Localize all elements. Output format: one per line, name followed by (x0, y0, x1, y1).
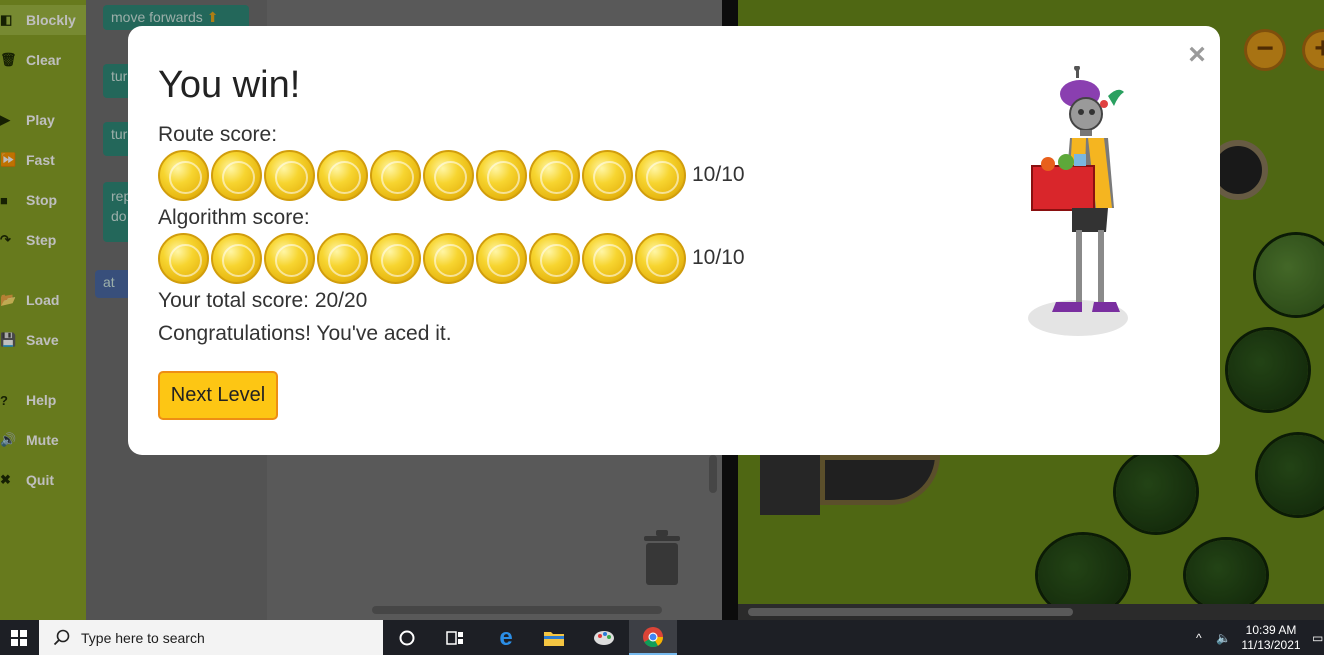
notification-icon: ▭ (1312, 630, 1324, 645)
algorithm-score-label: Algorithm score: (158, 206, 310, 229)
gold-coin-icon (529, 149, 580, 201)
edge-browser-button[interactable]: e (482, 620, 530, 655)
volume-button[interactable]: 🔈 (1216, 620, 1231, 655)
edge-icon: e (499, 623, 513, 651)
route-score-coins: 10/10 (158, 149, 745, 201)
notifications-button[interactable]: ▭ (1312, 620, 1323, 655)
speaker-icon: 🔈 (1216, 630, 1231, 645)
gold-coin-icon (582, 232, 633, 284)
gold-coin-icon (423, 232, 474, 284)
paint-palette-icon (594, 630, 614, 645)
taskbar: Type here to search e ^ 🔈 10:39 AM 11/13… (0, 620, 1324, 655)
search-placeholder: Type here to search (81, 629, 205, 646)
gold-coin-icon (158, 149, 209, 201)
show-hidden-icons-button[interactable]: ^ (1196, 620, 1202, 655)
clock[interactable]: 10:39 AM 11/13/2021 (1236, 623, 1306, 653)
gold-coin-icon (423, 149, 474, 201)
windows-logo-icon (11, 629, 27, 646)
gold-coin-icon (370, 149, 421, 201)
gold-coin-icon (635, 149, 686, 201)
task-view-icon (446, 630, 463, 645)
chrome-browser-button[interactable] (629, 620, 677, 655)
gold-coin-icon (211, 149, 262, 201)
clock-time: 10:39 AM (1245, 623, 1297, 637)
gold-coin-icon (635, 232, 686, 284)
route-score-label: Route score: (158, 123, 278, 146)
gold-coin-icon (264, 232, 315, 284)
chevron-up-icon: ^ (1196, 630, 1202, 645)
gold-coin-icon (476, 149, 527, 201)
file-explorer-button[interactable] (530, 620, 578, 655)
algorithm-score-value: 10/10 (692, 246, 745, 269)
algorithm-score-coins: 10/10 (158, 232, 745, 284)
paint-app-button[interactable] (580, 620, 628, 655)
gold-coin-icon (317, 232, 368, 284)
cortana-button[interactable] (383, 620, 431, 655)
cortana-circle-icon (399, 630, 415, 645)
start-button[interactable] (0, 620, 38, 655)
total-score: Your total score: 20/20 (158, 289, 368, 312)
gold-coin-icon (529, 232, 580, 284)
robot-character-illustration (1028, 66, 1128, 336)
gold-coin-icon (264, 149, 315, 201)
gold-coin-icon (158, 232, 209, 284)
gold-coin-icon (476, 232, 527, 284)
taskbar-search-box[interactable]: Type here to search (39, 620, 383, 655)
gold-coin-icon (370, 232, 421, 284)
gold-coin-icon (582, 149, 633, 201)
task-view-button[interactable] (431, 620, 479, 655)
gold-coin-icon (317, 149, 368, 201)
search-icon (53, 629, 70, 645)
folder-icon (544, 631, 564, 646)
clock-date: 11/13/2021 (1241, 638, 1301, 652)
dialog-title: You win! (158, 64, 301, 106)
chrome-icon (643, 626, 664, 647)
congratulations-message: Congratulations! You've aced it. (158, 322, 452, 345)
next-level-button[interactable]: Next Level (158, 371, 278, 420)
gold-coin-icon (211, 232, 262, 284)
close-button[interactable]: × (1182, 40, 1212, 70)
route-score-value: 10/10 (692, 163, 745, 186)
win-dialog: × You win! Route score: 10/10 Algorithm … (128, 26, 1220, 455)
